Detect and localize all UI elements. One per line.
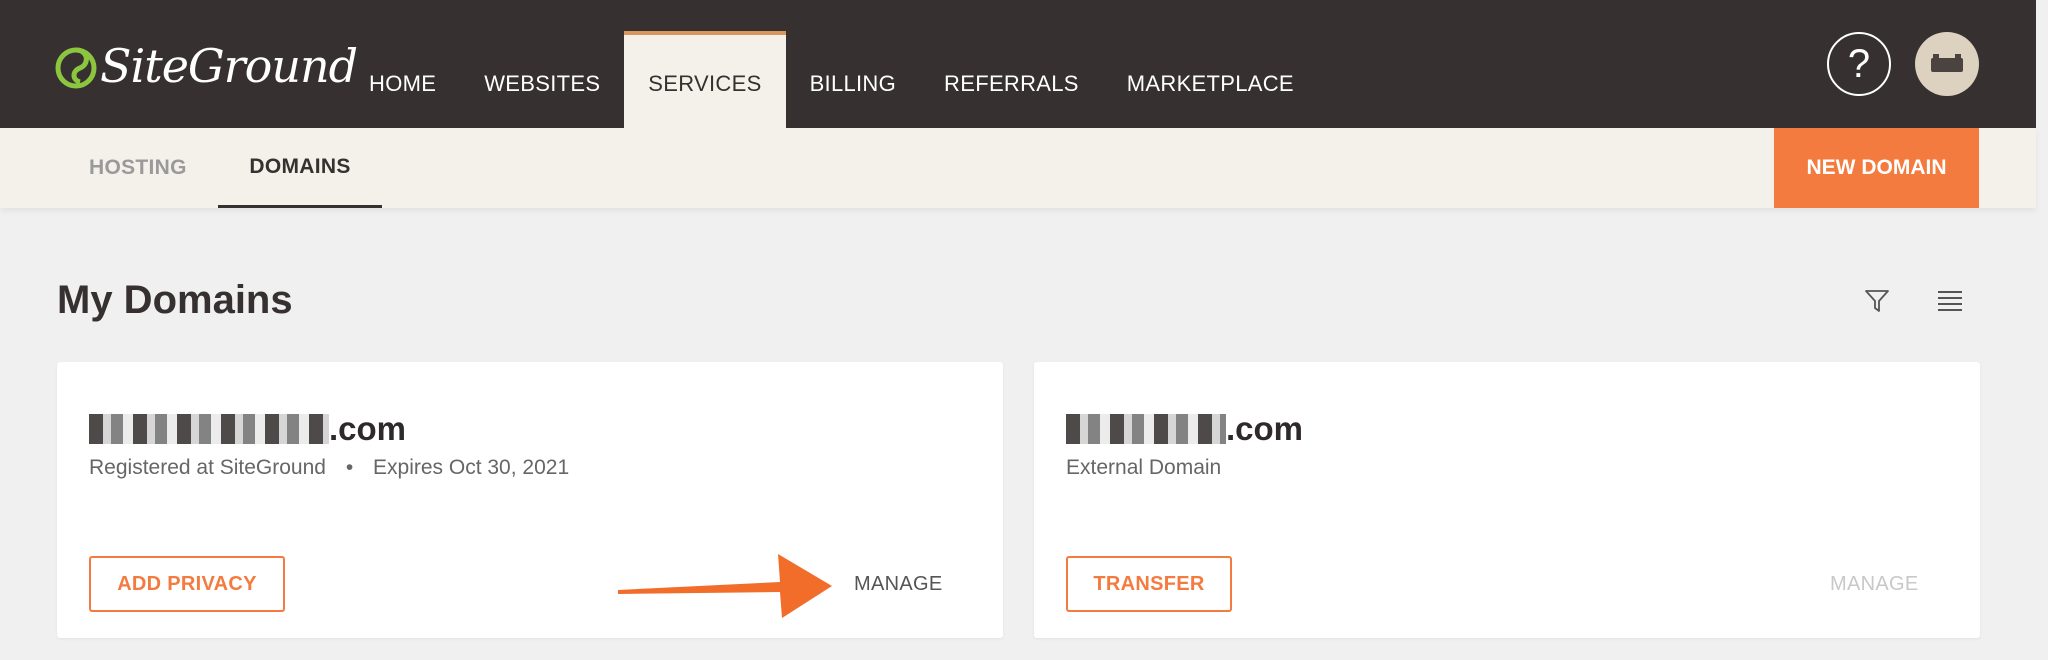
nav-home[interactable]: HOME [345,0,460,128]
separator-dot: • [345,456,354,479]
transfer-button[interactable]: TRANSFER [1066,556,1232,612]
nav-websites[interactable]: WEBSITES [460,0,624,128]
list-view-icon[interactable] [1936,288,1964,314]
expiry-text: Expires Oct 30, 2021 [373,456,570,479]
siteground-logo[interactable]: SiteGround [54,36,358,96]
domain-name[interactable]: .com [1066,410,1303,448]
logo-text: SiteGround [100,39,358,93]
avatar[interactable] [1915,32,1979,96]
tab-hosting[interactable]: HOSTING [89,128,187,208]
add-privacy-button[interactable]: ADD PRIVACY [89,556,285,612]
nav-referrals[interactable]: REFERRALS [920,0,1103,128]
new-domain-button[interactable]: NEW DOMAIN [1774,128,1979,208]
domain-card: .com Registered at SiteGround • Expires … [57,362,1003,638]
top-navigation-bar: SiteGround HOME WEBSITES SERVICES BILLIN… [0,0,2036,128]
domain-name[interactable]: .com [89,410,406,448]
help-circle-icon: ? [1847,41,1871,86]
tab-domains[interactable]: DOMAINS [218,128,382,208]
annotation-arrow-icon [618,554,832,618]
redacted-text [1066,414,1226,444]
manage-button[interactable]: MANAGE [854,556,942,612]
sub-navigation: HOSTING DOMAINS NEW DOMAIN [0,128,2036,208]
page-title: My Domains [57,278,293,322]
siteground-logo-icon [55,47,97,89]
manage-button-disabled: MANAGE [1830,572,1919,595]
external-domain-text: External Domain [1066,456,1222,479]
filter-icon[interactable] [1864,288,1890,314]
main-nav: HOME WEBSITES SERVICES BILLING REFERRALS… [345,0,1318,128]
domain-meta: Registered at SiteGround • Expires Oct 3… [89,456,569,480]
nav-billing[interactable]: BILLING [786,0,920,128]
nav-services[interactable]: SERVICES [624,31,786,128]
domain-card: .com External Domain TRANSFER MANAGE [1034,362,1980,638]
help-button[interactable]: ? [1827,32,1891,96]
redacted-text [89,414,329,444]
domain-meta: External Domain [1066,456,1221,480]
registrar-text: Registered at SiteGround [89,456,326,479]
nav-marketplace[interactable]: MARKETPLACE [1103,0,1318,128]
avatar-icon [1931,54,1963,72]
